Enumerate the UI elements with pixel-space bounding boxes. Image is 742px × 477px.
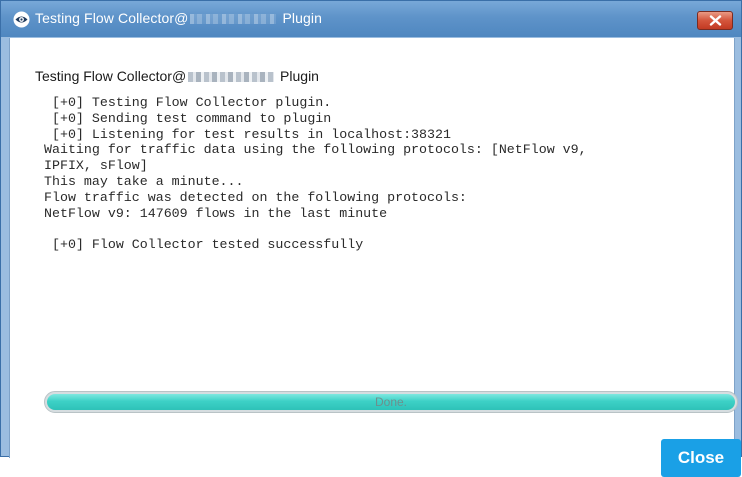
dialog-content: Testing Flow Collector@ Plugin [+0] Test… bbox=[9, 38, 741, 477]
close-button[interactable]: Close bbox=[661, 439, 741, 477]
progress-bar: Done. bbox=[44, 391, 738, 413]
log-line: [+0] Flow Collector tested successfully bbox=[44, 237, 364, 253]
dialog-heading-prefix: Testing Flow Collector@ bbox=[35, 68, 187, 84]
log-line: NetFlow v9: 147609 flows in the last min… bbox=[44, 205, 388, 221]
plugin-test-dialog: Testing Flow Collector@ Plugin Testing F… bbox=[0, 0, 742, 477]
window-title-prefix: Testing Flow Collector@ bbox=[35, 10, 189, 26]
test-output-log[interactable]: [+0] Testing Flow Collector plugin. [+0]… bbox=[44, 95, 734, 253]
redacted-address bbox=[188, 72, 275, 83]
close-icon bbox=[709, 15, 722, 26]
window-close-button[interactable] bbox=[697, 11, 733, 30]
log-line: [+0] Sending test command to plugin bbox=[44, 110, 332, 126]
dialog-heading-suffix: Plugin bbox=[280, 68, 319, 84]
log-line: IPFIX, sFlow] bbox=[44, 158, 148, 174]
log-line: Flow traffic was detected on the followi… bbox=[44, 189, 467, 205]
progress-label: Done. bbox=[374, 395, 408, 409]
redacted-address bbox=[190, 14, 277, 25]
log-line: Waiting for traffic data using the follo… bbox=[44, 142, 587, 158]
dialog-heading: Testing Flow Collector@ Plugin bbox=[35, 68, 319, 84]
log-line: This may take a minute... bbox=[44, 173, 244, 189]
title-bar[interactable]: Testing Flow Collector@ Plugin bbox=[1, 1, 741, 37]
log-line: [+0] Testing Flow Collector plugin. bbox=[44, 95, 332, 110]
window-title: Testing Flow Collector@ Plugin bbox=[35, 10, 322, 26]
log-line: [+0] Listening for test results in local… bbox=[44, 126, 451, 142]
eye-icon bbox=[13, 11, 30, 28]
window-title-suffix: Plugin bbox=[282, 10, 322, 26]
